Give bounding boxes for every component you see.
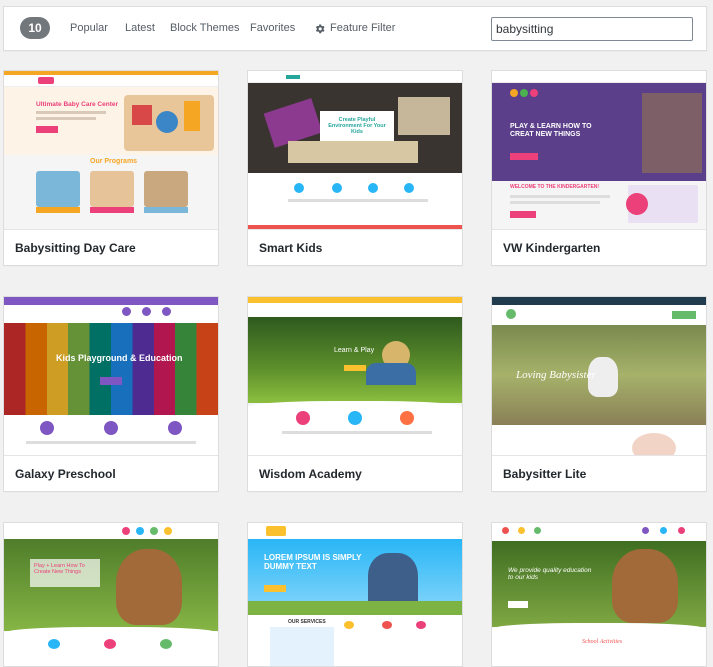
theme-screenshot: Kids Playground & Education — [4, 297, 218, 455]
theme-name: VW Kindergarten — [492, 229, 706, 265]
theme-card-creativ-preschool[interactable]: Play + Learn How To Create New Things — [3, 522, 219, 667]
theme-screenshot: LOREM IPSUM IS SIMPLY DUMMY TEXT OUR SER… — [248, 523, 462, 666]
gear-icon — [315, 23, 325, 33]
section-heading: WELCOME TO THE KINDERGARTEN! — [510, 184, 600, 190]
tab-latest[interactable]: Latest — [125, 22, 155, 34]
theme-screenshot: PLAY & LEARN HOW TO CREAT NEW THINGS WEL… — [492, 71, 706, 229]
hero-heading: Loving Babysister — [516, 369, 596, 381]
section-heading: School Activities — [582, 639, 623, 645]
hero-heading: Create Playful Environment For Your Kids — [328, 117, 386, 135]
theme-name: Babysitter Lite — [492, 455, 706, 491]
theme-name: Galaxy Preschool — [4, 455, 218, 491]
hero-heading: Learn & Play — [334, 347, 375, 354]
section-heading: Our Programs — [90, 158, 138, 165]
feature-filter-label: Feature Filter — [330, 22, 396, 34]
theme-name: Wisdom Academy — [248, 455, 462, 491]
theme-name: Babysitting Day Care — [4, 229, 218, 265]
tab-favorites[interactable]: Favorites — [250, 22, 295, 34]
tab-block-themes[interactable]: Block Themes — [170, 22, 240, 34]
hero-heading: PLAY & LEARN HOW TO CREAT NEW THINGS — [510, 123, 592, 138]
theme-name: Smart Kids — [248, 229, 462, 265]
theme-search-input[interactable] — [491, 17, 693, 41]
hero-heading: Kids Playground & Education — [56, 353, 183, 363]
theme-screenshot: Loving Babysister — [492, 297, 706, 455]
hero-heading: Ultimate Baby Care Center — [36, 101, 118, 108]
theme-screenshot: Learn & Play — [248, 297, 462, 455]
theme-card-wisdom-academy[interactable]: Learn & Play Wisdom Academy — [247, 296, 463, 492]
theme-screenshot: Play + Learn How To Create New Things — [4, 523, 218, 666]
theme-card-kids-zone[interactable]: LOREM IPSUM IS SIMPLY DUMMY TEXT OUR SER… — [247, 522, 463, 667]
hero-heading: Play + Learn How To Create New Things — [34, 563, 85, 575]
theme-card-babysitting-day-care[interactable]: Ultimate Baby Care Center Our Programs B… — [3, 70, 219, 266]
theme-card-galaxy-preschool[interactable]: Kids Playground & Education Galaxy Presc… — [3, 296, 219, 492]
theme-filter-bar: 10 Popular Latest Block Themes Favorites… — [3, 6, 707, 51]
hero-heading: We provide quality education to our kids — [508, 567, 592, 581]
feature-filter-button[interactable]: Feature Filter — [314, 22, 395, 34]
hero-heading: LOREM IPSUM IS SIMPLY DUMMY TEXT — [264, 553, 362, 571]
theme-card-babysitter-lite[interactable]: Loving Babysister Babysitter Lite — [491, 296, 707, 492]
theme-card-kids-campus[interactable]: We provide quality education to our kids… — [491, 522, 707, 667]
theme-screenshot: Ultimate Baby Care Center Our Programs — [4, 71, 218, 229]
theme-screenshot: Create Playful Environment For Your Kids — [248, 71, 462, 229]
tab-popular[interactable]: Popular — [70, 22, 108, 34]
theme-card-vw-kindergarten[interactable]: PLAY & LEARN HOW TO CREAT NEW THINGS WEL… — [491, 70, 707, 266]
theme-card-smart-kids[interactable]: Create Playful Environment For Your Kids… — [247, 70, 463, 266]
theme-count-badge: 10 — [20, 17, 50, 39]
theme-screenshot: We provide quality education to our kids… — [492, 523, 706, 666]
section-heading: OUR SERVICES — [288, 619, 326, 625]
